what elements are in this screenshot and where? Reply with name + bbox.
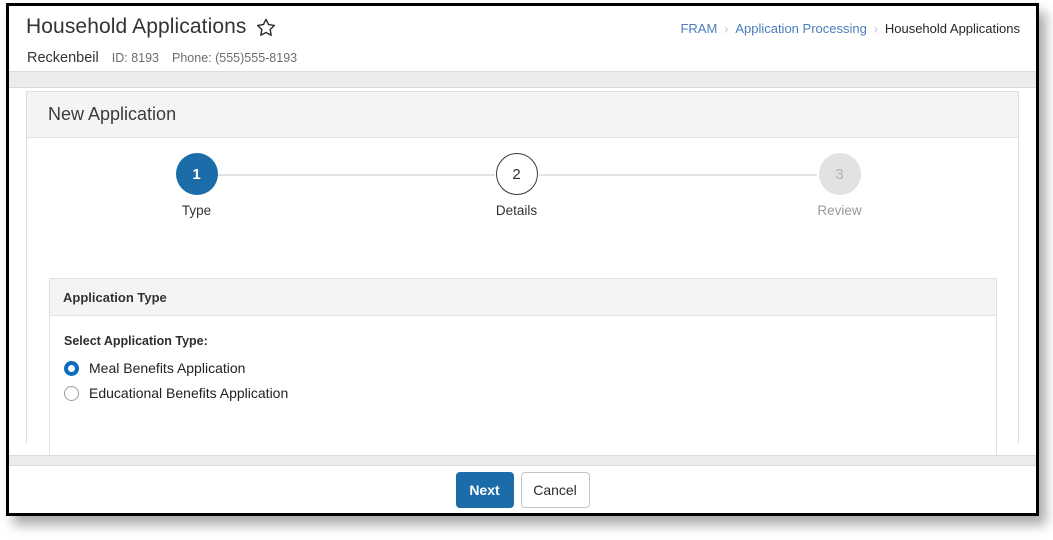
stepper-step-label: Type [181, 203, 212, 218]
stepper-connector-1 [214, 174, 495, 176]
stepper-step-number: 2 [495, 153, 538, 195]
application-type-panel: Application Type Select Application Type… [49, 278, 997, 458]
stepper-step-number: 3 [818, 153, 861, 195]
footer-actions: Next Cancel [9, 466, 1036, 513]
breadcrumb-item-application-processing[interactable]: Application Processing [735, 21, 867, 36]
chevron-right-icon: › [724, 20, 729, 37]
panel-body: Select Application Type: Meal Benefits A… [50, 316, 996, 401]
window-content: Household Applications Reckenbeil ID: 81… [9, 6, 1036, 513]
card-header: New Application [27, 92, 1018, 138]
stepper-step-review: 3 Review [780, 153, 900, 218]
radio-option-label: Meal Benefits Application [89, 360, 246, 376]
radio-option-meal-benefits[interactable]: Meal Benefits Application [64, 360, 996, 376]
star-icon[interactable] [256, 17, 276, 37]
stepper-connector-2 [538, 174, 817, 176]
breadcrumb: FRAM › Application Processing › Househol… [680, 20, 1020, 37]
stepper-step-type[interactable]: 1 Type [137, 153, 257, 218]
radio-button-selected-icon[interactable] [64, 360, 79, 376]
cancel-button[interactable]: Cancel [520, 471, 590, 508]
stepper-step-details[interactable]: 2 Details [457, 153, 577, 218]
next-button[interactable]: Next [455, 471, 514, 508]
person-phone: Phone: (555)555-8193 [172, 51, 298, 65]
panel-header: Application Type [50, 279, 996, 316]
title-row: Household Applications [26, 15, 276, 39]
page-title: Household Applications [26, 15, 247, 38]
radio-button-unselected-icon[interactable] [64, 385, 79, 401]
panel-title: Application Type [63, 289, 167, 305]
breadcrumb-item-current: Household Applications [884, 21, 1020, 36]
chevron-right-icon: › [873, 20, 878, 37]
breadcrumb-item-fram[interactable]: FRAM [680, 21, 717, 36]
card-body: 1 Type 2 Details 3 Review Application Ty… [27, 138, 1018, 458]
card-title: New Application [48, 104, 177, 124]
stepper-step-number: 1 [175, 153, 218, 195]
person-info-row: Reckenbeil ID: 8193 Phone: (555)555-8193 [27, 50, 297, 66]
footer-separator-band [9, 455, 1036, 466]
header-separator-band [9, 71, 1036, 88]
screenshot-root: Household Applications Reckenbeil ID: 81… [0, 0, 1053, 540]
person-name: Reckenbeil [27, 50, 99, 66]
person-id: ID: 8193 [111, 51, 160, 65]
new-application-card: New Application 1 Type 2 Details 3 Revie… [26, 91, 1019, 458]
radio-option-label: Educational Benefits Application [89, 385, 289, 401]
select-application-type-label: Select Application Type: [64, 334, 208, 348]
application-window: Household Applications Reckenbeil ID: 81… [6, 3, 1039, 516]
page-header: Household Applications Reckenbeil ID: 81… [9, 6, 1036, 71]
wizard-stepper: 1 Type 2 Details 3 Review [143, 138, 903, 228]
stepper-step-label: Details [495, 203, 538, 218]
stepper-step-label: Review [817, 203, 862, 218]
radio-option-educational-benefits[interactable]: Educational Benefits Application [64, 385, 996, 401]
